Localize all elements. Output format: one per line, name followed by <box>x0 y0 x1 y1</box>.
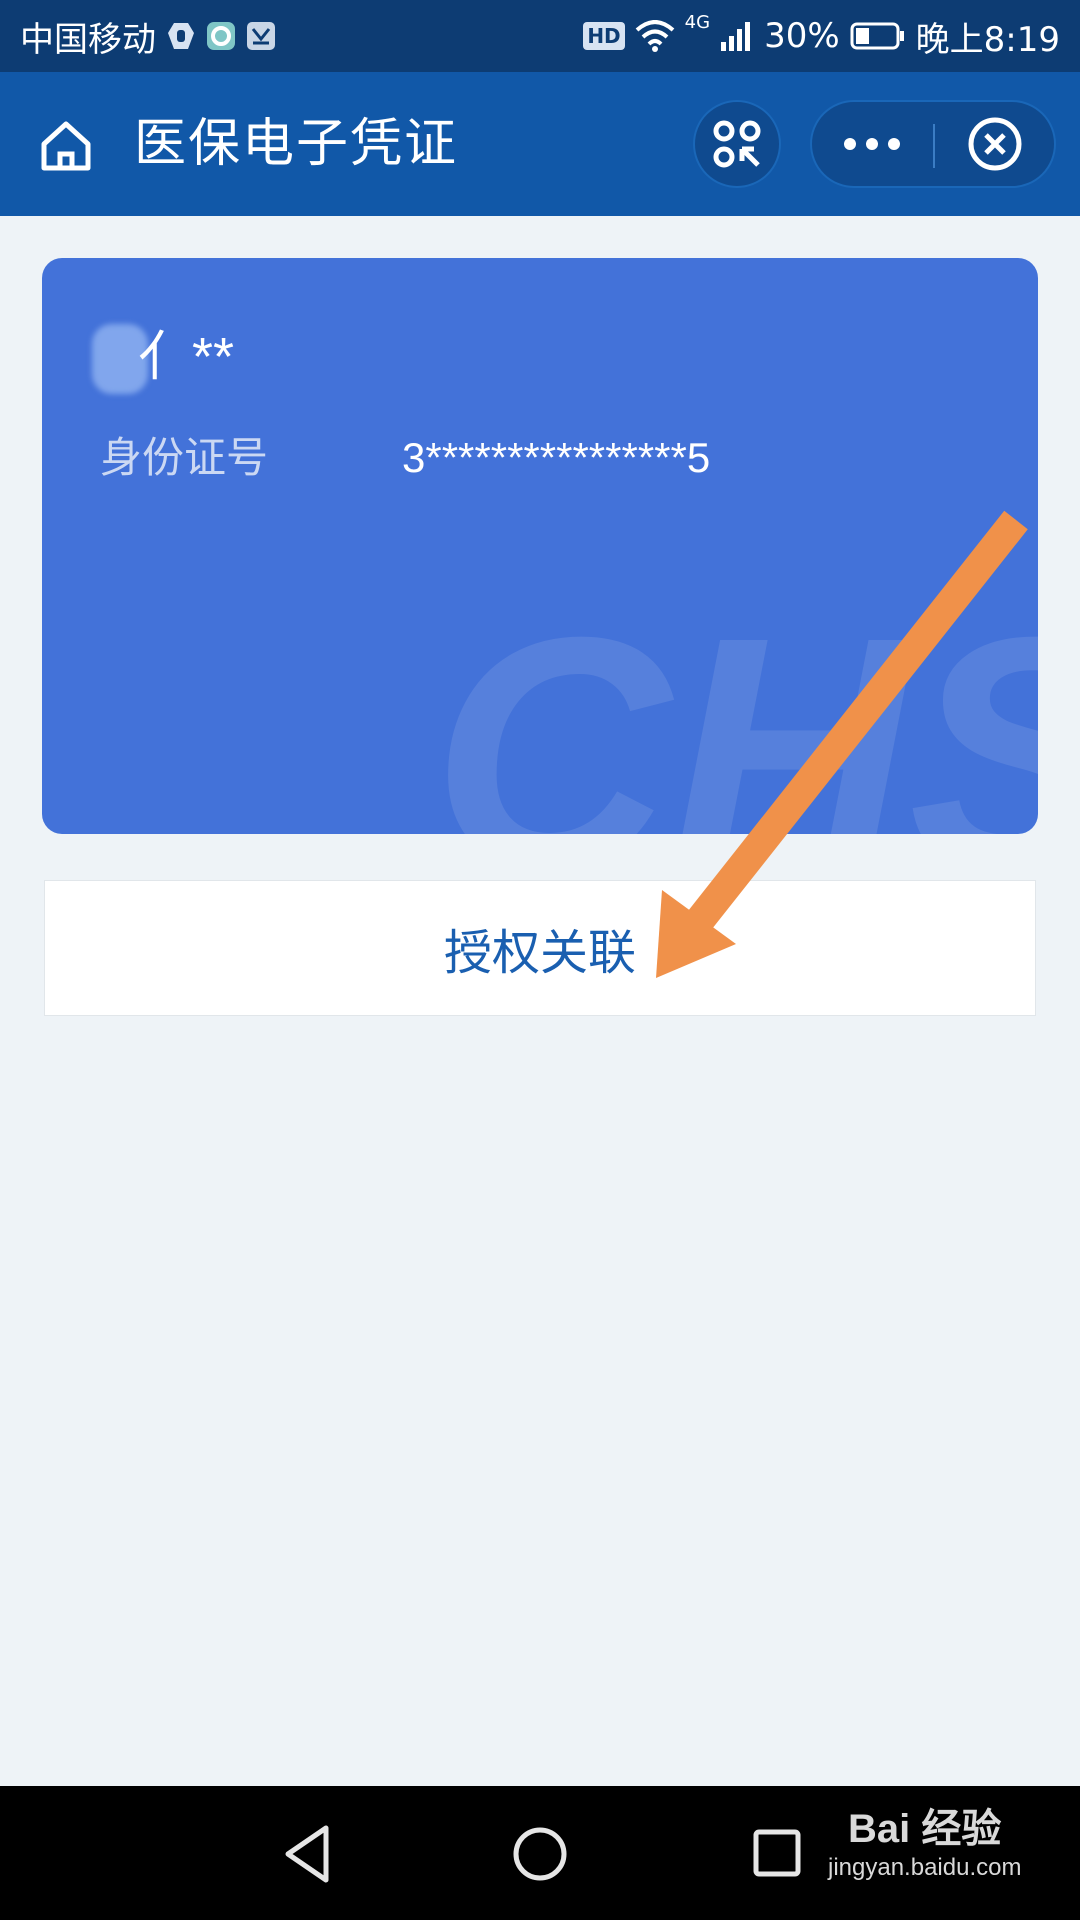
network-type: 4G <box>684 11 711 33</box>
hd-badge: HD <box>583 22 625 50</box>
authorize-link-label: 授权关联 <box>443 925 636 981</box>
app-o-icon <box>206 21 236 51</box>
insurance-card: CHS 亻** 身份证号 3****************5 <box>42 258 1038 834</box>
home-icon[interactable] <box>36 116 96 176</box>
home-circle-icon[interactable] <box>500 1814 580 1894</box>
baidu-jingyan-watermark: Bai 经验 jingyan.baidu.com <box>828 1804 1021 1882</box>
card-holder-name: 亻** <box>138 327 235 387</box>
masked-char: * <box>213 327 235 387</box>
title-bar: 医保电子凭证 <box>0 72 1080 216</box>
scan-icon[interactable] <box>693 100 781 188</box>
id-number-value: 3****************5 <box>402 434 711 481</box>
masked-char: 亻 <box>138 327 192 387</box>
clock: 晚上8:19 <box>915 19 1060 60</box>
page-title: 医保电子凭证 <box>134 114 459 174</box>
card-watermark: CHS <box>432 568 1038 835</box>
status-bar: 中国移动 HD 4G 30% 晚上8:19 <box>0 0 1080 72</box>
back-icon[interactable] <box>268 1814 348 1894</box>
status-bar-right: HD 4G 30% 晚上8:19 <box>583 12 1060 61</box>
signal-icon <box>720 20 754 52</box>
huawei-app-icon <box>246 21 276 51</box>
battery-percent: 30% <box>764 16 840 56</box>
status-bar-left: 中国移动 <box>20 12 276 61</box>
recent-apps-icon[interactable] <box>738 1814 818 1894</box>
hand-icon <box>166 21 196 51</box>
baidu-url-text: jingyan.baidu.com <box>828 1854 1022 1881</box>
battery-icon <box>850 21 906 51</box>
system-nav-bar: Bai 经验 jingyan.baidu.com <box>0 1786 1080 1920</box>
capsule-menu <box>810 100 1056 188</box>
authorize-link-button[interactable]: 授权关联 <box>44 880 1036 1016</box>
capsule-divider <box>933 124 935 168</box>
more-icon[interactable] <box>812 102 932 186</box>
wifi-icon <box>635 20 675 52</box>
carrier-name: 中国移动 <box>20 19 156 60</box>
id-number-label: 身份证号 <box>100 433 269 482</box>
close-icon[interactable] <box>936 102 1054 186</box>
baidu-logo-text: Bai 经验 <box>848 1807 1002 1851</box>
